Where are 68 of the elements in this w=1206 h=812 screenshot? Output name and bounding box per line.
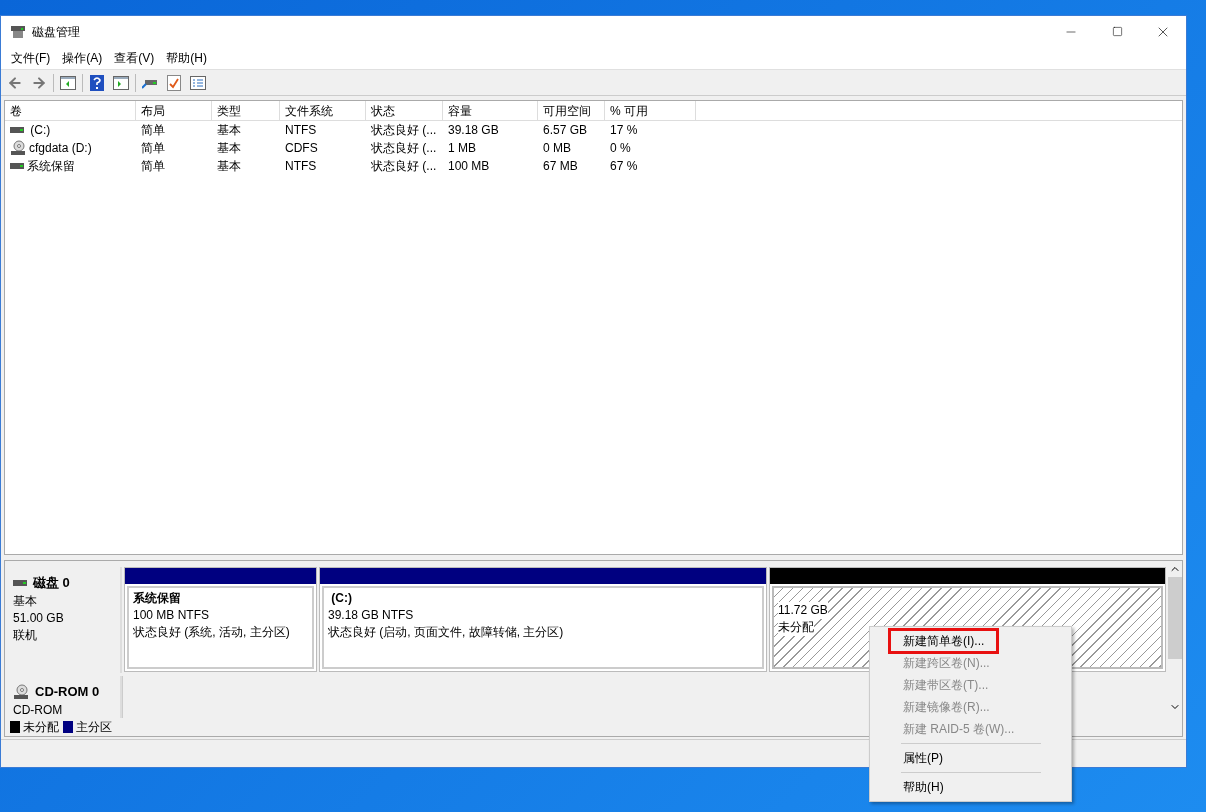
table-cell-text: 基本 (217, 122, 241, 139)
partition-info: 100 MB NTFS (133, 607, 210, 624)
table-cell-text: 基本 (217, 140, 241, 157)
help-button[interactable] (87, 72, 107, 93)
partition-name: (C:) (330, 590, 352, 607)
disk-info: 基本 (13, 592, 37, 610)
partition-info: 11.72 GB (778, 602, 828, 619)
table-cell-text: 39.18 GB (448, 122, 499, 139)
menu-option[interactable]: 帮助(H) (888, 776, 959, 798)
legend-label: 主分区 (76, 719, 112, 736)
table-cell-text: 系统保留 (27, 158, 75, 175)
window-title: 磁盘管理 (32, 23, 80, 41)
drive-icon (10, 162, 24, 170)
partition-info: 未分配 (778, 619, 814, 636)
table-cell-text: 状态良好 (... (371, 122, 437, 139)
primary-partition[interactable]: (C:) 39.18 GB NTFS 状态良好 (启动, 页面文件, 故障转储, 主分区) (319, 567, 767, 672)
table-cell-text: CDFS (285, 140, 318, 157)
partition-info: 39.18 GB NTFS (328, 607, 414, 624)
cd-drive-icon (13, 683, 29, 700)
maximize-icon[interactable] (1111, 26, 1123, 37)
table-cell-text: (C:) (29, 122, 51, 139)
column-header[interactable]: 卷 (5, 101, 136, 120)
table-cell-text: 状态良好 (... (371, 158, 437, 175)
drive-icon (10, 126, 24, 134)
menu-item[interactable]: 帮助(H) (160, 47, 213, 69)
table-cell-text: 67 MB (543, 158, 578, 175)
table-cell-text: 0 MB (543, 140, 571, 157)
table-cell-text: 100 MB (448, 158, 490, 175)
column-header[interactable]: 文件系统 (280, 101, 366, 120)
table-cell-text: 17 % (610, 122, 638, 139)
column-header[interactable]: 布局 (136, 101, 212, 120)
table-cell-text: cfgdata (D:) (29, 140, 92, 157)
table-cell-text: 状态良好 (... (371, 140, 437, 157)
partition-info: 状态良好 (系统, 活动, 主分区) (133, 624, 290, 641)
partition-name: 系统保留 (133, 590, 181, 607)
column-header[interactable]: % 可用 (605, 101, 696, 120)
disk-name: CD-ROM 0 (35, 683, 100, 701)
primary-partition[interactable]: 系统保留 100 MB NTFS 状态良好 (系统, 活动, 主分区) (124, 567, 317, 672)
column-header[interactable]: 类型 (212, 101, 280, 120)
disk-info: 51.00 GB (13, 609, 64, 627)
table-cell-text: NTFS (285, 158, 317, 175)
disk-info: CD-ROM (13, 701, 63, 719)
check-disk-button[interactable] (164, 72, 184, 93)
table-cell-text: NTFS (285, 122, 317, 139)
table-cell-text: 简单 (141, 140, 165, 157)
table-cell-text: 简单 (141, 122, 165, 139)
column-header[interactable]: 可用空间 (538, 101, 605, 120)
table-cell-text: 67 % (610, 158, 638, 175)
table-cell-text: 6.57 GB (543, 122, 588, 139)
disk-info: 联机 (13, 626, 37, 644)
menu-item[interactable]: 操作(A) (56, 47, 109, 69)
menu-item[interactable]: 文件(F) (5, 47, 57, 69)
menu-option[interactable]: 属性(P) (888, 747, 958, 769)
table-cell-text: 1 MB (448, 140, 476, 157)
disk-name: 磁盘 0 (33, 574, 70, 592)
legend-label: 未分配 (23, 719, 59, 736)
disk-management-icon (10, 24, 26, 39)
table-cell-text: 0 % (610, 140, 631, 157)
cd-drive-icon (10, 140, 26, 156)
drive-icon (13, 578, 27, 587)
scroll-thumb[interactable] (1168, 577, 1182, 659)
table-cell-text: 简单 (141, 158, 165, 175)
table-cell-text: 基本 (217, 158, 241, 175)
menu-option[interactable]: 新建简单卷(I)... (888, 628, 1000, 654)
partition-info: 状态良好 (启动, 页面文件, 故障转储, 主分区) (328, 624, 564, 641)
column-header[interactable]: 状态 (366, 101, 443, 120)
column-header[interactable]: 容量 (443, 101, 538, 120)
menu-item[interactable]: 查看(V) (108, 47, 161, 69)
